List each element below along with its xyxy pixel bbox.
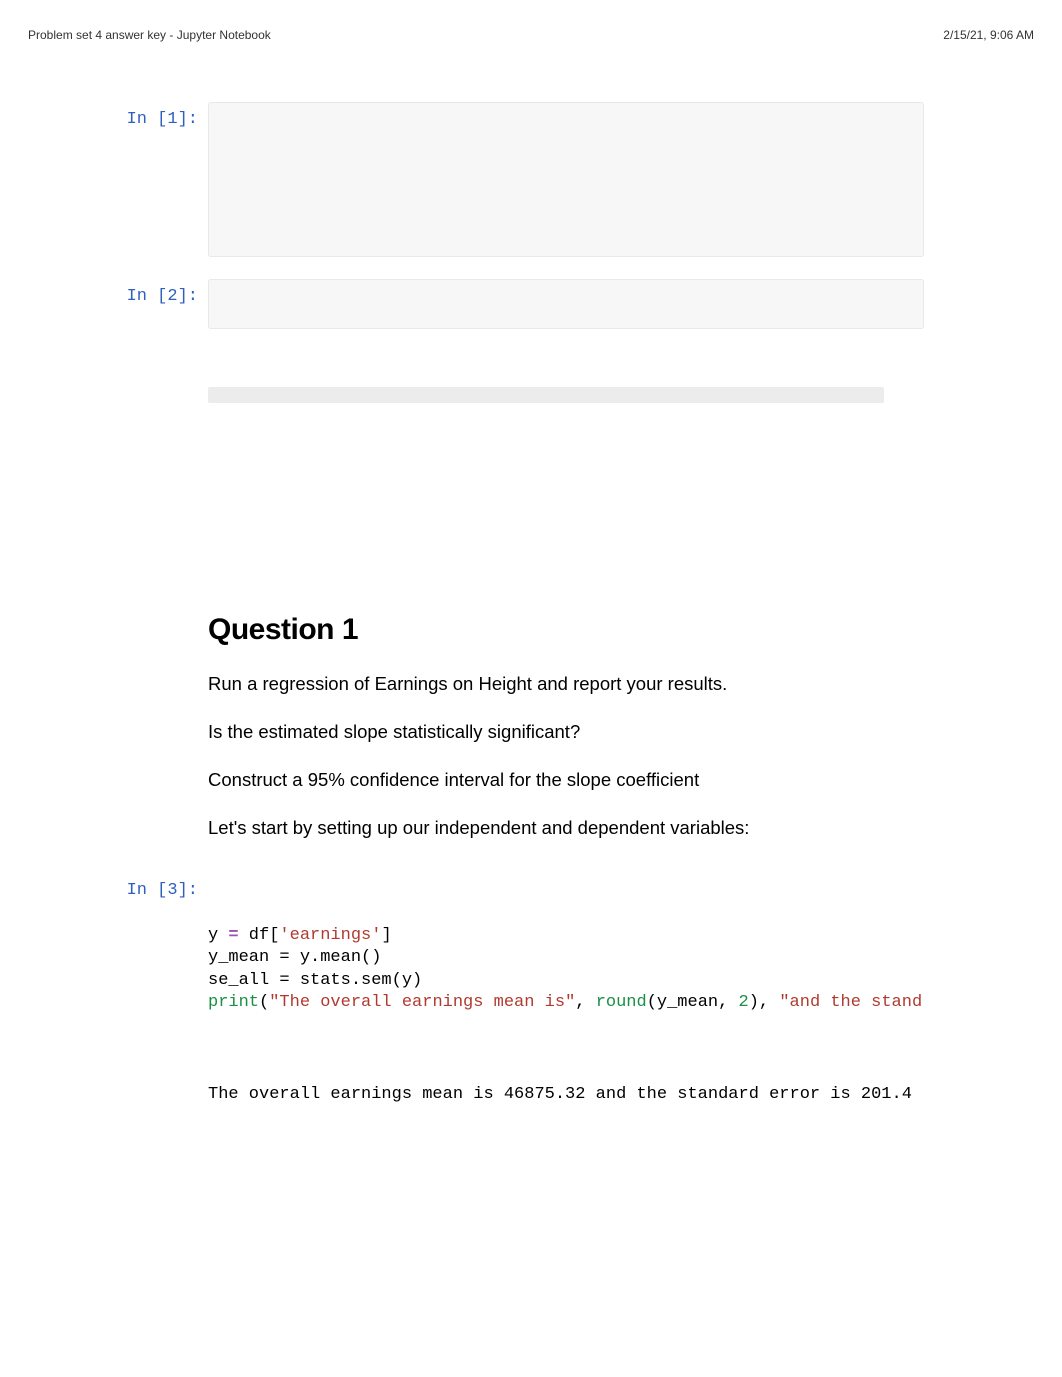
code-token: 'earnings' xyxy=(279,926,381,945)
code-token: = xyxy=(228,926,238,945)
code-token: se_all = stats.sem(y) xyxy=(208,971,422,990)
cell-input-2[interactable] xyxy=(208,279,924,329)
question-p3: Construct a 95% confidence interval for … xyxy=(208,767,924,793)
doc-title: Problem set 4 answer key - Jupyter Noteb… xyxy=(28,28,271,42)
code-token: ] xyxy=(381,926,391,945)
code-token: ), xyxy=(749,993,780,1012)
code-token: 2 xyxy=(739,993,749,1012)
code-cell-2: In [2]: xyxy=(98,279,924,329)
question-title: Question 1 xyxy=(208,613,924,647)
question-p2: Is the estimated slope statistically sig… xyxy=(208,719,924,745)
code-token: y_mean = y.mean() xyxy=(208,948,381,967)
code-token: round xyxy=(596,993,647,1012)
cell-prompt-2: In [2]: xyxy=(98,279,208,306)
code-token: df[ xyxy=(239,926,280,945)
question-p4: Let's start by setting up our independen… xyxy=(208,815,924,841)
code-cell-1: In [1]: xyxy=(98,102,924,257)
code-token: ( xyxy=(259,993,269,1012)
code-token: y xyxy=(208,926,228,945)
redacted-row xyxy=(208,387,884,403)
question-p1: Run a regression of Earnings on Height a… xyxy=(208,671,924,697)
code-token: , xyxy=(575,993,595,1012)
cell-output-text-3: The overall earnings mean is 46875.32 an… xyxy=(208,1075,912,1104)
cell-input-1[interactable] xyxy=(208,102,924,257)
cell-output-3: . The overall earnings mean is 46875.32 … xyxy=(98,1075,924,1104)
code-token: "and the stand xyxy=(779,993,922,1012)
cell-input-3[interactable]: y = df['earnings'] y_mean = y.mean() se_… xyxy=(208,873,924,1067)
cell-prompt-1: In [1]: xyxy=(98,102,208,129)
cell-prompt-3: In [3]: xyxy=(98,873,208,900)
code-token: "The overall earnings mean is" xyxy=(269,993,575,1012)
doc-timestamp: 2/15/21, 9:06 AM xyxy=(943,28,1034,42)
code-cell-3: In [3]: y = df['earnings'] y_mean = y.me… xyxy=(98,873,924,1067)
code-token: print xyxy=(208,993,259,1012)
code-token: (y_mean, xyxy=(647,993,739,1012)
